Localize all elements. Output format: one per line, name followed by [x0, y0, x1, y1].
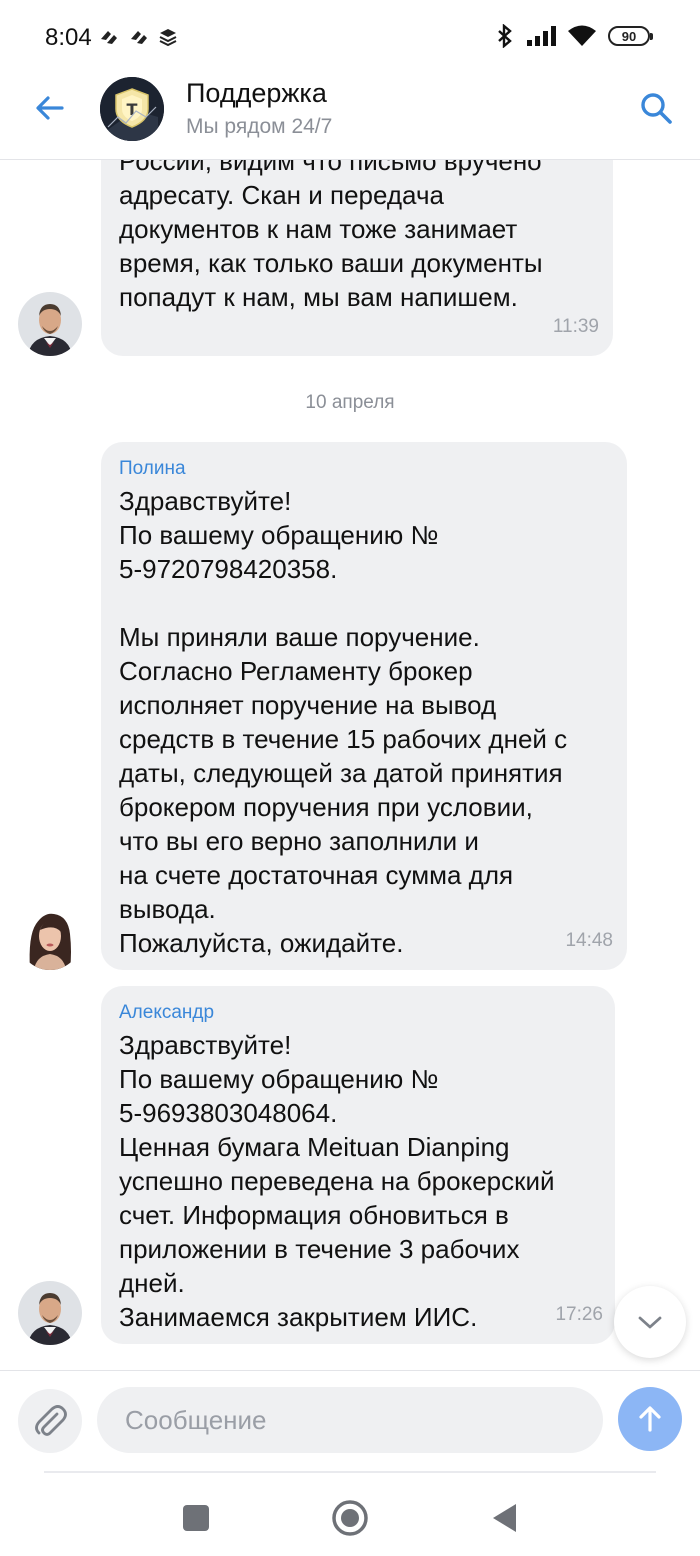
message-text: Здравствуйте! По вашему обращению № 5-97…: [119, 486, 568, 958]
status-time: 8:04: [45, 24, 92, 51]
bank-logo-icon: Т: [100, 77, 164, 141]
sender-name[interactable]: Полина: [119, 458, 609, 480]
nav-divider: [44, 1471, 656, 1473]
message-bubble[interactable]: Полина Здравствуйте! По вашему обращению…: [101, 442, 627, 970]
scroll-to-bottom-button[interactable]: [614, 1286, 686, 1358]
signal-icon: [527, 26, 556, 46]
date-separator: 10 апреля: [305, 392, 395, 413]
message-bubble[interactable]: Александр Здравствуйте! По вашему обраще…: [101, 986, 615, 1344]
message-time: 17:26: [555, 1304, 603, 1325]
circle-icon: [332, 1500, 368, 1536]
agent-avatar[interactable]: [18, 1281, 82, 1345]
paperclip-icon: [35, 1405, 67, 1436]
back-nav-button[interactable]: [480, 1494, 528, 1542]
status-bar: 8:04 90: [0, 0, 700, 72]
message-text: Здравствуйте! По вашему обращению № 5-96…: [119, 1030, 555, 1332]
system-navigation-bar: [0, 1480, 700, 1556]
man-portrait-icon: [18, 1281, 82, 1345]
battery-indicator: 90: [608, 26, 653, 46]
message-time: 14:48: [565, 930, 613, 951]
wifi-icon: [568, 25, 596, 46]
message-composer: [0, 1370, 700, 1470]
arrow-up-icon: [639, 1406, 661, 1432]
support-avatar[interactable]: Т: [100, 77, 164, 141]
recents-button[interactable]: [172, 1494, 220, 1542]
chevron-down-icon: [638, 1316, 662, 1329]
chat-subtitle: Мы рядом 24/7: [186, 115, 333, 138]
message-text: России, видим что письмо вручено адресат…: [119, 160, 543, 312]
layers-icon: [159, 29, 177, 47]
woman-portrait-icon: [18, 906, 82, 970]
notification-icons: [98, 27, 178, 47]
square-icon: [183, 1505, 209, 1531]
man-portrait-icon: [18, 292, 82, 356]
attach-button[interactable]: [18, 1389, 82, 1453]
message-bubble[interactable]: России, видим что письмо вручено адресат…: [101, 160, 613, 356]
notification-app-icon: [131, 31, 147, 44]
chat-header: Т Поддержка Мы рядом 24/7: [0, 72, 700, 160]
message-input[interactable]: [97, 1387, 603, 1453]
bluetooth-icon: [498, 24, 512, 48]
system-icons: 90: [496, 24, 653, 48]
search-button[interactable]: [638, 90, 674, 126]
triangle-back-icon: [493, 1504, 516, 1532]
message-time: 11:39: [552, 316, 599, 337]
sender-name[interactable]: Александр: [119, 1002, 597, 1024]
chat-title: Поддержка: [186, 78, 327, 108]
home-button[interactable]: [326, 1494, 374, 1542]
notification-app-icon: [101, 31, 117, 44]
search-icon: [641, 93, 672, 124]
send-button[interactable]: [618, 1387, 682, 1451]
back-button[interactable]: [32, 90, 68, 126]
chat-messages[interactable]: России, видим что письмо вручено адресат…: [0, 160, 700, 1370]
arrow-left-icon: [36, 96, 64, 120]
agent-avatar[interactable]: [18, 292, 82, 356]
agent-avatar[interactable]: [18, 906, 82, 970]
